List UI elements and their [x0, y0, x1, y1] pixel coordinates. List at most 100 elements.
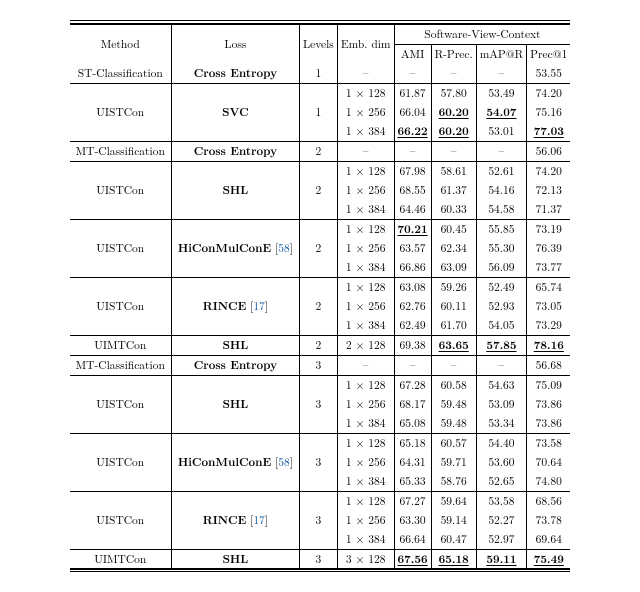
method-cell: UISTCon: [70, 161, 172, 219]
rprec-cell: 59.14: [431, 511, 476, 530]
levels-cell: 1: [299, 64, 337, 84]
mapr-cell: 59.11: [476, 549, 526, 569]
emb-cell: 1 × 384: [337, 258, 394, 278]
ami-cell: 63.57: [394, 239, 431, 258]
loss-cell: SHL: [171, 161, 299, 219]
ami-cell: 61.87: [394, 83, 431, 103]
rprec-cell: 59.71: [431, 453, 476, 472]
mapr-cell: 52.65: [476, 472, 526, 492]
p1-cell: 73.19: [527, 219, 571, 239]
levels-cell: 2: [299, 277, 337, 335]
rprec-cell: 58.76: [431, 472, 476, 492]
mapr-cell: 52.27: [476, 511, 526, 530]
p1-cell: 73.05: [527, 297, 571, 316]
levels-cell: 3: [299, 549, 337, 569]
rprec-cell: 59.64: [431, 491, 476, 511]
method-cell: UIMTCon: [70, 549, 172, 569]
rprec-cell: 59.26: [431, 277, 476, 297]
levels-cell: 2: [299, 141, 337, 161]
emb-cell: 1 × 384: [337, 200, 394, 220]
header-row-1: Method Loss Levels Emb. dim Software-Vie…: [70, 24, 571, 44]
p1-cell: 73.86: [527, 414, 571, 434]
rprec-cell: 58.61: [431, 161, 476, 181]
emb-cell: –: [337, 355, 394, 375]
rprec-cell: 60.58: [431, 375, 476, 395]
emb-cell: 1 × 256: [337, 239, 394, 258]
method-cell: UIMTCon: [70, 335, 172, 355]
mapr-cell: 52.97: [476, 530, 526, 550]
method-cell: UISTCon: [70, 491, 172, 549]
levels-cell: 3: [299, 355, 337, 375]
ami-cell: 62.49: [394, 316, 431, 336]
p1-cell: 71.37: [527, 200, 571, 220]
ami-cell: –: [394, 64, 431, 84]
mapr-cell: 52.49: [476, 277, 526, 297]
emb-cell: 1 × 256: [337, 453, 394, 472]
p1-cell: 70.64: [527, 453, 571, 472]
loss-cell: Cross Entropy: [171, 141, 299, 161]
mapr-cell: –: [476, 64, 526, 84]
method-cell: UISTCon: [70, 433, 172, 491]
rprec-cell: 60.33: [431, 200, 476, 220]
rprec-cell: 61.37: [431, 181, 476, 200]
mapr-cell: 54.58: [476, 200, 526, 220]
col-group-svc: Software-View-Context: [394, 24, 570, 44]
loss-cell: HiConMulConE [58]: [171, 433, 299, 491]
col-method: Method: [70, 24, 172, 64]
mapr-cell: 57.85: [476, 335, 526, 355]
rprec-cell: 57.80: [431, 83, 476, 103]
col-p1: Prec@1: [527, 44, 571, 64]
method-cell: UISTCon: [70, 83, 172, 141]
table-row: ST-ClassificationCross Entropy1––––53.55: [70, 64, 571, 84]
p1-cell: 75.16: [527, 103, 571, 122]
col-loss: Loss: [171, 24, 299, 64]
table-row: UIMTConSHL22 × 12869.3863.6557.8578.16: [70, 335, 571, 355]
emb-cell: 1 × 128: [337, 491, 394, 511]
ami-cell: –: [394, 355, 431, 375]
ami-cell: –: [394, 141, 431, 161]
method-cell: MT-Classification: [70, 141, 172, 161]
p1-cell: 74.80: [527, 472, 571, 492]
method-cell: UISTCon: [70, 375, 172, 433]
mapr-cell: 53.49: [476, 83, 526, 103]
p1-cell: 78.16: [527, 335, 571, 355]
loss-cell: HiConMulConE [58]: [171, 219, 299, 277]
results-table: Method Loss Levels Emb. dim Software-Vie…: [70, 24, 571, 569]
p1-cell: 53.55: [527, 64, 571, 84]
loss-cell: SHL: [171, 375, 299, 433]
p1-cell: 73.77: [527, 258, 571, 278]
loss-cell: Cross Entropy: [171, 64, 299, 84]
col-levels: Levels: [299, 24, 337, 64]
mapr-cell: 54.16: [476, 181, 526, 200]
table-row: UISTConHiConMulConE [58]21 × 12870.2160.…: [70, 219, 571, 239]
mapr-cell: 54.07: [476, 103, 526, 122]
emb-cell: 1 × 256: [337, 297, 394, 316]
ami-cell: 63.30: [394, 511, 431, 530]
emb-cell: 1 × 128: [337, 375, 394, 395]
emb-cell: 1 × 128: [337, 161, 394, 181]
col-mapr: mAP@R: [476, 44, 526, 64]
method-cell: UISTCon: [70, 277, 172, 335]
levels-cell: 3: [299, 375, 337, 433]
ami-cell: 65.33: [394, 472, 431, 492]
ami-cell: 67.28: [394, 375, 431, 395]
rprec-cell: 59.48: [431, 414, 476, 434]
loss-cell: RINCE [17]: [171, 277, 299, 335]
levels-cell: 1: [299, 83, 337, 141]
ami-cell: 65.08: [394, 414, 431, 434]
p1-cell: 76.39: [527, 239, 571, 258]
emb-cell: 1 × 128: [337, 219, 394, 239]
p1-cell: 69.64: [527, 530, 571, 550]
col-emb: Emb. dim: [337, 24, 394, 64]
loss-cell: SVC: [171, 83, 299, 141]
mapr-cell: 52.93: [476, 297, 526, 316]
p1-cell: 75.09: [527, 375, 571, 395]
rprec-cell: 65.18: [431, 549, 476, 569]
rprec-cell: 63.65: [431, 335, 476, 355]
rprec-cell: 60.20: [431, 103, 476, 122]
rprec-cell: 62.34: [431, 239, 476, 258]
p1-cell: 56.06: [527, 141, 571, 161]
table-row: MT-ClassificationCross Entropy3––––56.68: [70, 355, 571, 375]
p1-cell: 74.20: [527, 83, 571, 103]
mapr-cell: –: [476, 355, 526, 375]
